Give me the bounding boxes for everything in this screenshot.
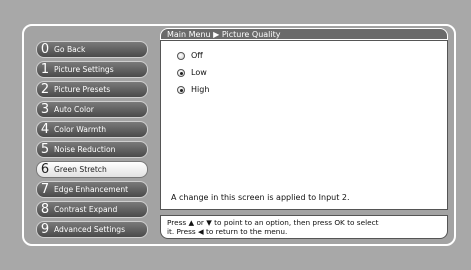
- menu-item-advanced-settings[interactable]: 9 Advanced Settings: [36, 221, 148, 238]
- menu-item-label: Green Stretch: [54, 165, 107, 174]
- menu-item-label: Noise Reduction: [54, 145, 116, 154]
- menu-item-number: 6: [40, 162, 50, 177]
- option-low[interactable]: Low: [177, 68, 207, 77]
- menu-item-number: 7: [40, 182, 50, 197]
- input-note: A change in this screen is applied to In…: [171, 193, 350, 202]
- help-text: Press ▲ or ▼ to point to an option, then…: [160, 215, 448, 239]
- menu-item-picture-presets[interactable]: 2 Picture Presets: [36, 81, 148, 98]
- menu-item-number: 4: [40, 122, 50, 137]
- menu-item-label: Advanced Settings: [54, 225, 126, 234]
- menu-item-label: Auto Color: [54, 105, 94, 114]
- menu-item-color-warmth[interactable]: 4 Color Warmth: [36, 121, 148, 138]
- menu-item-number: 2: [40, 82, 50, 97]
- menu-item-number: 1: [40, 62, 50, 77]
- menu-item-label: Picture Settings: [54, 65, 114, 74]
- menu-item-label: Go Back: [54, 45, 86, 54]
- menu-item-number: 3: [40, 102, 50, 117]
- menu-item-auto-color[interactable]: 3 Auto Color: [36, 101, 148, 118]
- help-line-2: it. Press ◀ to return to the menu.: [167, 227, 288, 236]
- menu-item-label: Picture Presets: [54, 85, 111, 94]
- menu-item-label: Edge Enhancement: [54, 185, 129, 194]
- help-line-1: Press ▲ or ▼ to point to an option, then…: [167, 218, 379, 227]
- menu-item-green-stretch[interactable]: 6 Green Stretch: [36, 161, 148, 178]
- radio-unselected-icon: [177, 51, 185, 60]
- option-label: High: [191, 85, 210, 94]
- menu-item-label: Color Warmth: [54, 125, 107, 134]
- menu-item-number: 5: [40, 142, 50, 157]
- menu-item-label: Contrast Expand: [54, 205, 118, 214]
- menu-item-edge-enhancement[interactable]: 7 Edge Enhancement: [36, 181, 148, 198]
- radio-selected-icon: [177, 68, 185, 77]
- menu-item-noise-reduction[interactable]: 5 Noise Reduction: [36, 141, 148, 158]
- radio-selected-icon: [177, 85, 185, 94]
- menu-item-go-back[interactable]: 0 Go Back: [36, 41, 148, 58]
- breadcrumb: Main Menu ▶ Picture Quality: [160, 28, 448, 40]
- option-label: Off: [191, 51, 203, 60]
- option-high[interactable]: High: [177, 85, 209, 94]
- menu-item-picture-settings[interactable]: 1 Picture Settings: [36, 61, 148, 78]
- options-panel: Off Low High A change in this screen is …: [160, 40, 448, 210]
- menu-item-contrast-expand[interactable]: 8 Contrast Expand: [36, 201, 148, 218]
- menu-item-number: 8: [40, 202, 50, 217]
- menu-item-number: 9: [40, 222, 50, 237]
- option-off[interactable]: Off: [177, 51, 203, 60]
- option-label: Low: [191, 68, 207, 77]
- menu-item-number: 0: [40, 42, 50, 57]
